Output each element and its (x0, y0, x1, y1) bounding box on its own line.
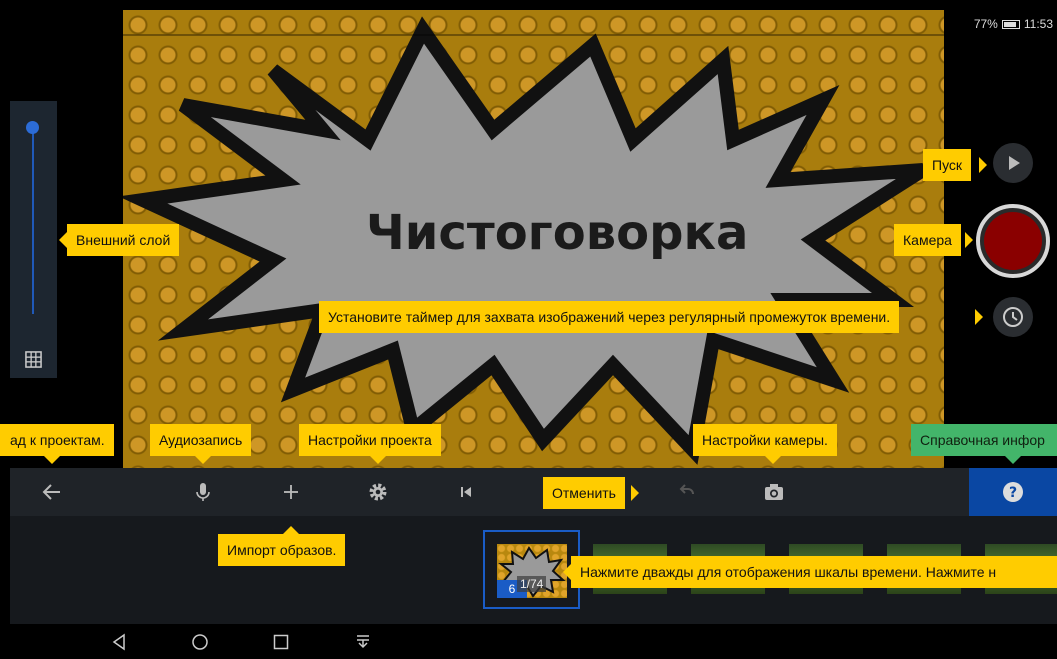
battery-icon (1001, 19, 1020, 29)
tooltip-arrow (631, 485, 639, 501)
tooltip-arrow (59, 232, 67, 248)
camera-icon[interactable] (762, 480, 786, 504)
status-bar: 77% 11:53 (974, 17, 1053, 31)
back-tooltip: ад к проектам. (0, 424, 114, 456)
grid-icon[interactable] (25, 351, 42, 368)
clock-icon (1003, 307, 1023, 327)
tooltip-arrow (283, 526, 299, 534)
help-button[interactable]: ? (969, 468, 1057, 516)
help-icon: ? (1003, 482, 1023, 502)
audio-tooltip: Аудиозапись (150, 424, 252, 456)
project-settings-tooltip: Настройки проекта (299, 424, 441, 456)
timeline-tooltip: Нажмите дважды для отображения шкалы вре… (571, 556, 1057, 588)
onion-skin-slider-track[interactable] (32, 129, 34, 314)
frame-counter: 1/74 (517, 576, 547, 592)
battery-percent: 77% (973, 17, 998, 31)
camera-preview: Чистоговорка (123, 10, 944, 468)
tooltip-arrow (975, 309, 983, 325)
svg-text:?: ? (1009, 485, 1017, 501)
import-tooltip: Импорт образов. (218, 534, 346, 566)
play-button[interactable] (993, 143, 1033, 183)
gear-icon[interactable] (366, 480, 390, 504)
play-icon (1009, 156, 1020, 170)
record-dot (984, 212, 1042, 270)
tooltip-arrow (979, 157, 987, 173)
timer-button[interactable] (993, 297, 1033, 337)
nav-back-icon[interactable] (110, 633, 128, 651)
tooltip-arrow (965, 232, 973, 248)
camera-settings-tooltip: Настройки камеры. (693, 424, 837, 456)
nav-recents-icon[interactable] (272, 633, 290, 651)
capture-button[interactable] (976, 204, 1050, 278)
microphone-icon[interactable] (191, 480, 215, 504)
help-tooltip: Справочная инфор (911, 424, 1057, 456)
preview-top-line (123, 34, 944, 36)
bottom-toolbar: ? (10, 468, 1057, 516)
clock-time: 11:53 (1023, 17, 1053, 31)
undo-icon[interactable] (674, 480, 698, 504)
system-nav-bar (10, 624, 1057, 659)
tooltip-arrow (370, 456, 386, 464)
onion-skin-slider-handle[interactable] (26, 121, 39, 134)
tooltip-arrow (195, 456, 211, 464)
play-tooltip: Пуск (923, 149, 972, 181)
tooltip-arrow (563, 564, 571, 580)
tooltip-arrow (44, 456, 60, 464)
outer-layer-tooltip: Внешний слой (67, 224, 180, 256)
skip-to-start-icon[interactable] (454, 480, 478, 504)
nav-home-icon[interactable] (191, 633, 209, 651)
arrow-left-icon[interactable] (40, 480, 64, 504)
preview-title-text: Чистоговорка (366, 205, 749, 261)
tooltip-arrow (765, 456, 781, 464)
tooltip-arrow (1005, 456, 1021, 464)
plus-icon[interactable] (279, 480, 303, 504)
nav-notifications-icon[interactable] (354, 633, 372, 651)
camera-tooltip: Камера (894, 224, 961, 256)
onion-skin-panel (10, 101, 57, 378)
timer-tooltip: Установите таймер для захвата изображени… (319, 301, 900, 333)
undo-tooltip: Отменить (543, 477, 625, 509)
